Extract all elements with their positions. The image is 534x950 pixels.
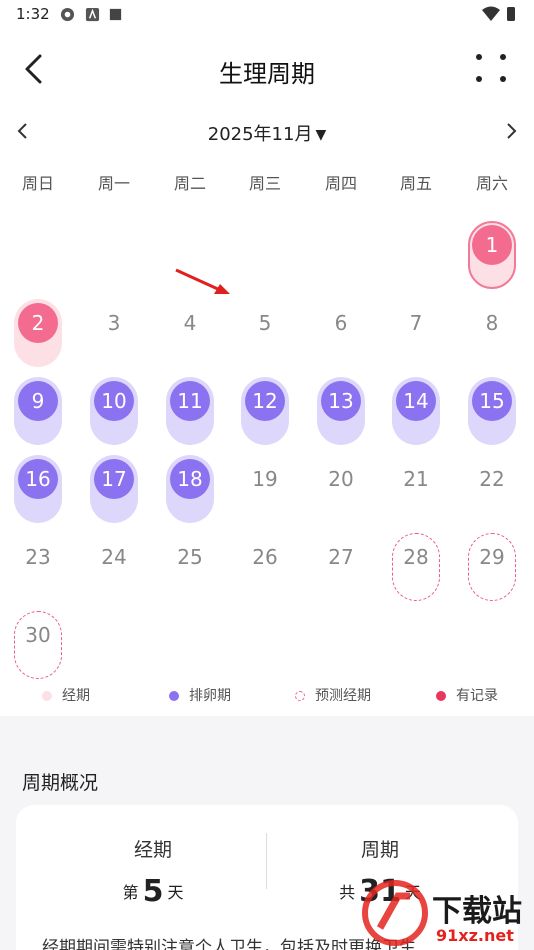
calendar-day[interactable]: 19 [241, 455, 289, 523]
calendar-day[interactable]: 13 [317, 377, 365, 445]
calendar-day[interactable]: 9 [14, 377, 62, 445]
calendar-day[interactable]: 21 [392, 455, 440, 523]
day-number: 12 [252, 389, 278, 413]
day-number: 26 [252, 545, 278, 569]
period-suffix: 天 [167, 883, 184, 902]
calendar-day[interactable]: 14 [392, 377, 440, 445]
calendar-day[interactable]: 8 [468, 299, 516, 367]
day-number: 21 [403, 467, 429, 491]
calendar-day[interactable]: 23 [14, 533, 62, 601]
legend-recorded: 有记录 [436, 685, 498, 705]
calendar-day[interactable]: 4 [166, 299, 214, 367]
day-number: 7 [409, 311, 423, 335]
legend-period-label: 经期 [62, 688, 90, 704]
calendar-day[interactable]: 5 [241, 299, 289, 367]
day-number: 17 [101, 467, 127, 491]
calendar-day[interactable]: 17 [90, 455, 138, 523]
calendar-day[interactable]: 29 [468, 533, 516, 601]
day-number: 6 [334, 311, 348, 335]
legend-period: 经期 [42, 685, 90, 705]
day-number: 20 [328, 467, 354, 491]
calendar-day[interactable]: 3 [90, 299, 138, 367]
day-number: 27 [328, 545, 354, 569]
day-number: 24 [101, 545, 127, 569]
day-number: 15 [479, 389, 505, 413]
day-number: 13 [328, 389, 354, 413]
calendar-day[interactable]: 25 [166, 533, 214, 601]
calendar-day[interactable]: 22 [468, 455, 516, 523]
period-dot-icon [42, 691, 52, 701]
day-number: 2 [31, 311, 45, 335]
day-number: 30 [25, 623, 51, 647]
predicted-dot-icon [295, 691, 305, 701]
calendar-day[interactable]: 27 [317, 533, 365, 601]
day-number: 4 [183, 311, 197, 335]
cycle-stat-label: 周期 [360, 839, 399, 861]
calendar-day[interactable]: 26 [241, 533, 289, 601]
legend-ovulation: 排卵期 [169, 685, 231, 705]
day-number: 14 [403, 389, 429, 413]
period-stat-label: 经期 [133, 839, 172, 861]
calendar-day[interactable]: 12 [241, 377, 289, 445]
day-number: 18 [177, 467, 203, 491]
calendar-day[interactable]: 18 [166, 455, 214, 523]
calendar-day[interactable]: 20 [317, 455, 365, 523]
calendar-legend: 经期 排卵期 预测经期 有记录 [0, 685, 534, 707]
watermark-text: 下载站 [432, 894, 522, 929]
ovulation-dot-icon [169, 691, 179, 701]
cycle-prefix: 共 [339, 883, 356, 902]
calendar-day[interactable]: 16 [14, 455, 62, 523]
period-stat: 经期 第5天 [28, 835, 278, 909]
day-number: 11 [177, 389, 203, 413]
day-number: 10 [101, 389, 127, 413]
day-number: 28 [403, 545, 429, 569]
legend-recorded-label: 有记录 [456, 688, 498, 704]
calendar-day[interactable]: 7 [392, 299, 440, 367]
day-number: 25 [177, 545, 203, 569]
recorded-dot-icon [436, 691, 446, 701]
period-day-value: 5 [142, 874, 164, 909]
day-number: 19 [252, 467, 278, 491]
day-number: 22 [479, 467, 505, 491]
red-arrow-annotation [175, 268, 230, 294]
legend-predicted-label: 预测经期 [315, 688, 371, 704]
calendar-day[interactable]: 15 [468, 377, 516, 445]
day-number: 29 [479, 545, 505, 569]
calendar-day[interactable]: 10 [90, 377, 138, 445]
calendar-day[interactable]: 24 [90, 533, 138, 601]
calendar-grid: 1 2 3 4 5 6 7 8 9 10 11 12 13 14 15 16 17 18 19 20 21 22 23 24 2… [0, 0, 534, 716]
day-number: 16 [25, 467, 51, 491]
period-prefix: 第 [122, 883, 139, 902]
calendar-day[interactable]: 1 [468, 221, 516, 289]
watermark-site: 91xz.net [436, 926, 514, 945]
calendar-day[interactable]: 2 [14, 299, 62, 367]
calendar-day[interactable]: 30 [14, 611, 62, 679]
site-watermark: 下载站 91xz.net [360, 876, 534, 950]
day-number: 1 [485, 233, 499, 257]
calendar-day[interactable]: 6 [317, 299, 365, 367]
day-number: 3 [107, 311, 121, 335]
calendar-day[interactable]: 28 [392, 533, 440, 601]
day-number: 5 [258, 311, 272, 335]
calendar-day[interactable]: 11 [166, 377, 214, 445]
day-number: 23 [25, 545, 51, 569]
day-number: 8 [485, 311, 499, 335]
overview-title: 周期概况 [22, 772, 99, 794]
legend-predicted: 预测经期 [295, 685, 371, 705]
watermark-logo-icon [362, 880, 428, 946]
legend-ovulation-label: 排卵期 [189, 688, 231, 704]
day-number: 9 [31, 389, 45, 413]
